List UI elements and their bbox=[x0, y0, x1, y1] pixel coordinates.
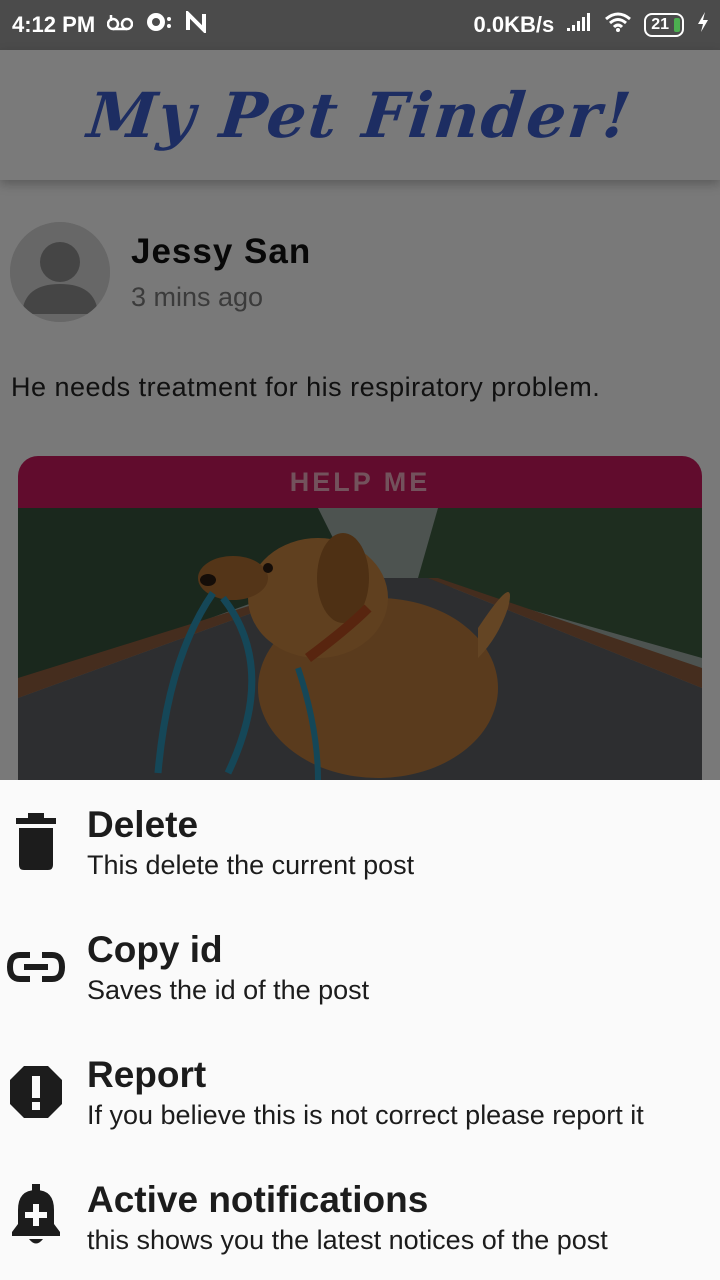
menu-item-title: Delete bbox=[87, 804, 199, 845]
network-speed: 0.0KB/s bbox=[473, 12, 555, 37]
menu-item-copy-id[interactable]: Copy id Saves the id of the post bbox=[0, 905, 720, 1030]
trash-icon bbox=[6, 812, 66, 872]
voicemail-icon bbox=[106, 13, 134, 37]
n-app-icon bbox=[185, 9, 207, 39]
status-time: 4:12 PM bbox=[12, 12, 96, 37]
menu-item-title: Report bbox=[87, 1054, 207, 1095]
notification-add-icon bbox=[6, 1184, 66, 1245]
status-bar: 4:12 PM 0.0KB/s 21 bbox=[0, 0, 720, 50]
menu-item-report[interactable]: Report If you believe this is not correc… bbox=[0, 1030, 720, 1155]
menu-item-subtitle: Saves the id of the post bbox=[87, 975, 370, 1005]
link-icon bbox=[6, 937, 66, 997]
report-icon bbox=[6, 1062, 66, 1122]
wifi-icon bbox=[604, 11, 632, 39]
battery-level: 21 bbox=[651, 16, 669, 33]
messenger-icon bbox=[145, 11, 173, 39]
battery-icon: 21 bbox=[644, 13, 684, 37]
menu-item-title: Copy id bbox=[87, 929, 223, 970]
bottom-sheet: Delete This delete the current post Copy… bbox=[0, 780, 720, 1280]
menu-item-title: Active notifications bbox=[87, 1179, 429, 1220]
menu-item-delete[interactable]: Delete This delete the current post bbox=[0, 780, 720, 905]
signal-icon bbox=[566, 12, 592, 38]
menu-item-subtitle: this shows you the latest notices of the… bbox=[87, 1225, 608, 1255]
modal-scrim[interactable] bbox=[0, 50, 720, 780]
menu-item-active-notifications[interactable]: Active notifications this shows you the … bbox=[0, 1155, 720, 1280]
menu-item-subtitle: If you believe this is not correct pleas… bbox=[87, 1100, 644, 1130]
charging-icon bbox=[696, 11, 710, 39]
menu-item-subtitle: This delete the current post bbox=[87, 850, 415, 880]
